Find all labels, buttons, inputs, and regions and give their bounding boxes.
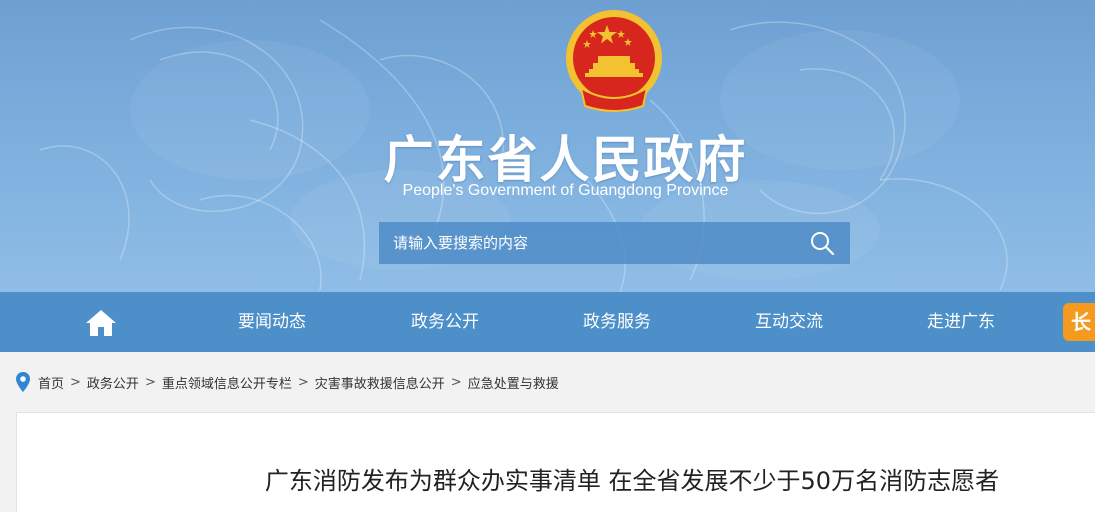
site-subtitle: People's Government of Guangdong Provinc… [402, 182, 729, 199]
search-input[interactable] [379, 222, 794, 264]
main-nav: 要闻动态 政务公开 政务服务 互动交流 走进广东 [0, 292, 1095, 352]
breadcrumb: 首页 > 政务公开 > 重点领域信息公开专栏 > 灾害事故救援信息公开 > 应急… [16, 370, 559, 394]
breadcrumb-separator: > [450, 374, 462, 390]
breadcrumb-home[interactable]: 首页 [38, 373, 64, 392]
search-button[interactable] [794, 222, 850, 264]
header-banner: 广东省人民政府 People's Government of Guangdong… [0, 0, 1095, 292]
nav-item-services[interactable]: 政务服务 [557, 292, 677, 352]
article-panel: 广东消防发布为群众办实事清单 在全省发展不少于50万名消防志愿者 [16, 412, 1095, 512]
nav-item-interaction[interactable]: 互动交流 [729, 292, 849, 352]
nav-item-about-guangdong[interactable]: 走进广东 [901, 292, 1021, 352]
breadcrumb-emergency-response[interactable]: 应急处置与救援 [468, 373, 559, 392]
breadcrumb-disaster-info[interactable]: 灾害事故救援信息公开 [315, 373, 445, 392]
nav-extra-tab[interactable]: 长 [1063, 303, 1095, 341]
nav-item-news[interactable]: 要闻动态 [212, 292, 332, 352]
breadcrumb-separator: > [144, 374, 156, 390]
breadcrumb-separator: > [297, 374, 309, 390]
nav-item-gov-affairs[interactable]: 政务公开 [385, 292, 505, 352]
breadcrumb-gov-affairs[interactable]: 政务公开 [87, 373, 139, 392]
breadcrumb-key-areas[interactable]: 重点领域信息公开专栏 [162, 373, 292, 392]
national-emblem-icon [566, 10, 662, 112]
home-icon[interactable] [84, 308, 118, 338]
search-icon [811, 232, 835, 256]
article-title: 广东消防发布为群众办实事清单 在全省发展不少于50万名消防志愿者 [264, 467, 1000, 495]
search-bar [379, 222, 850, 264]
location-pin-icon [16, 372, 30, 392]
breadcrumb-separator: > [70, 374, 81, 390]
